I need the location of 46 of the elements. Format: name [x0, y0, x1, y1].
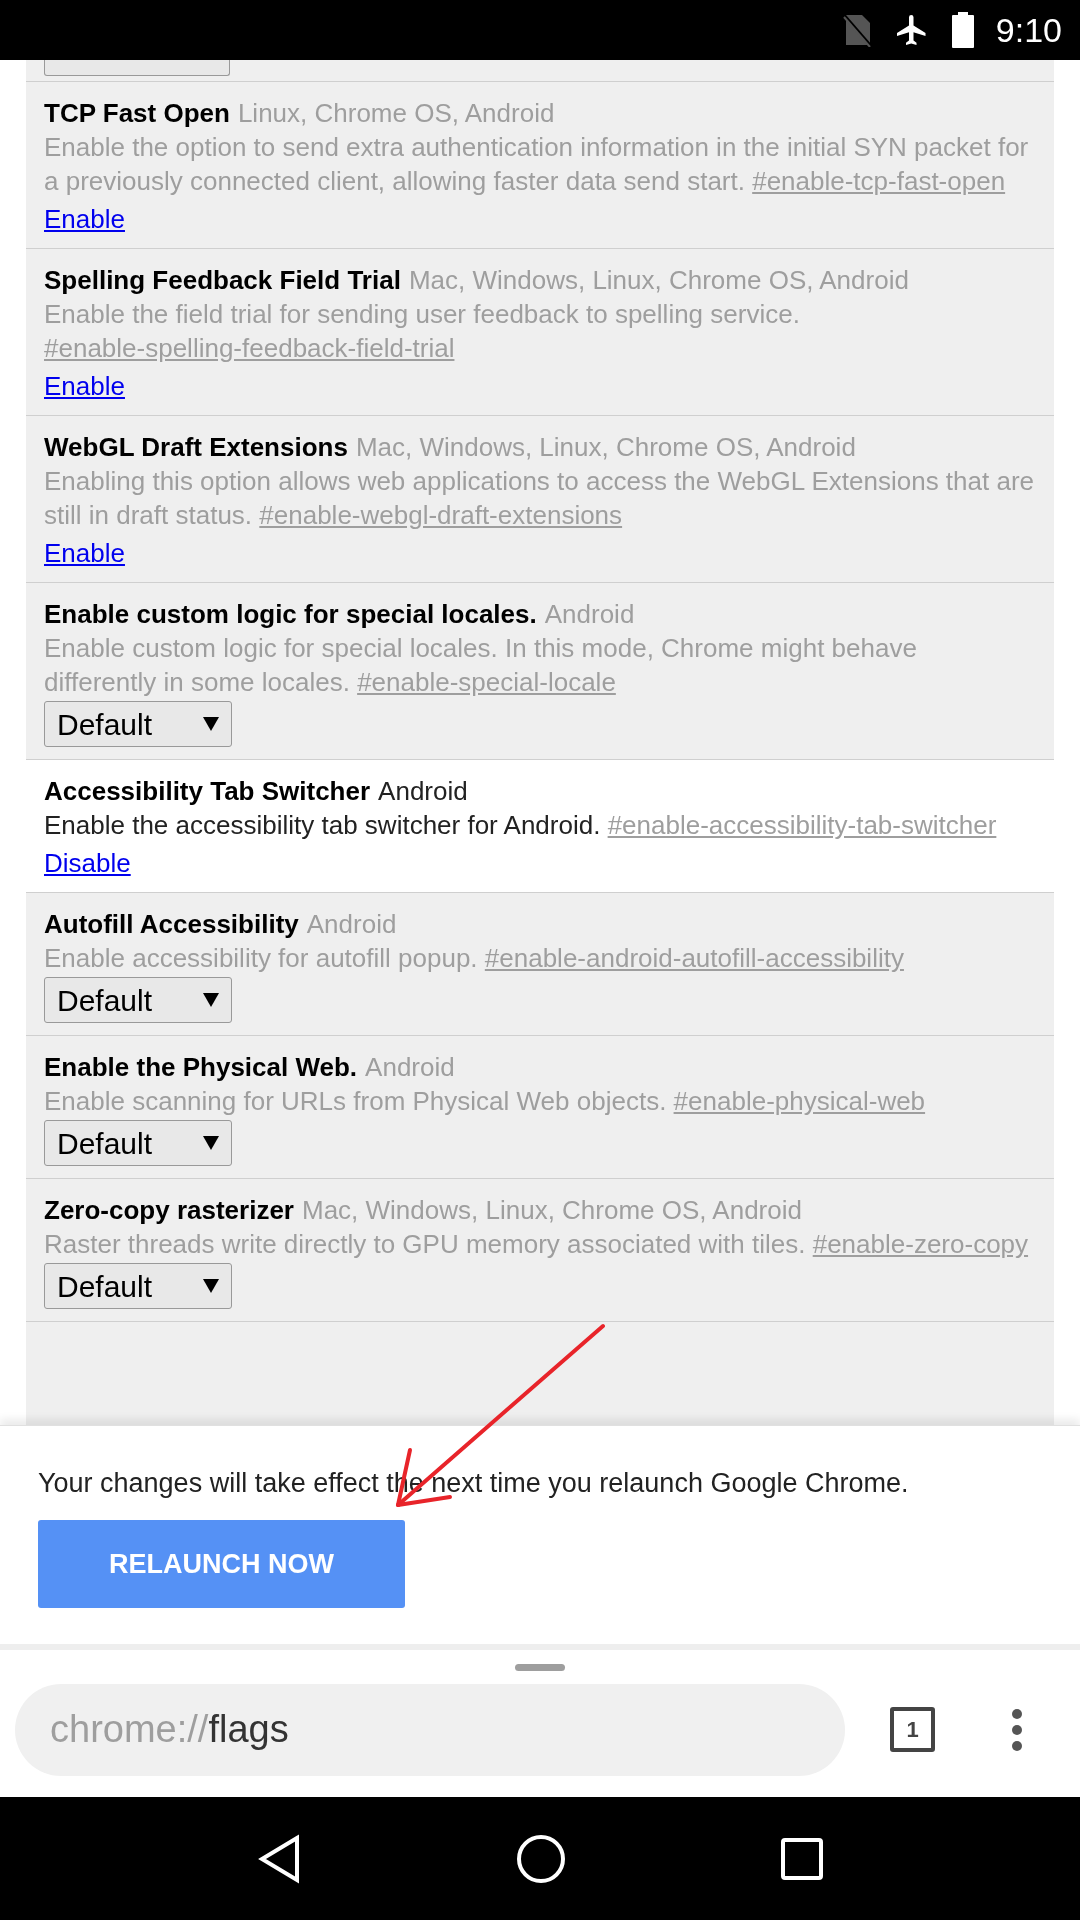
- flag-platforms: Android: [544, 599, 635, 629]
- flag-title: TCP Fast Open: [44, 98, 230, 128]
- flag-platforms: Mac, Windows, Linux, Chrome OS, Android: [302, 1195, 802, 1225]
- flag-description: Enable accessibility for autofill popup. #enable-android-autofill-accessibility: [44, 942, 905, 975]
- dropdown[interactable]: Default: [44, 701, 232, 747]
- flag-description: Enable custom logic for special locales. In this mode, Chrome might behave differently in some locales. #enable-special-locale: [44, 632, 918, 699]
- caret-icon: [203, 717, 219, 731]
- battery-icon: [951, 12, 974, 48]
- drag-handle[interactable]: [515, 1664, 565, 1671]
- flag-title: Accessibility Tab Switcher: [44, 776, 371, 806]
- no-sim-icon: [841, 13, 872, 47]
- clock-time: 9:10: [995, 13, 1062, 47]
- flag-platforms: Android: [378, 776, 468, 806]
- flag-title: Autofill Accessibility: [44, 909, 299, 939]
- flag-description: Raster threads write directly to GPU memory associated with tiles. #enable-zero-copy: [44, 1228, 1030, 1261]
- flag-title: Spelling Feedback Field Trial: [44, 265, 401, 295]
- flag-platforms: Android: [306, 909, 397, 939]
- flag-description: Enable the field trial for sending user feedback to spelling service. #enable-spelling-feedback-field-trial: [44, 298, 801, 365]
- dropdown[interactable]: Default: [44, 1120, 232, 1166]
- flag-title: Enable custom logic for special locales.: [44, 599, 537, 629]
- flag-description: Enable the option to send extra authentication information in the initial SYN packet for a previously connected client, allowing faster data send start. #enable-tcp-fast-open: [44, 131, 1030, 198]
- flag-platforms: Android: [365, 1052, 455, 1082]
- home-icon[interactable]: [516, 1833, 566, 1884]
- dropdown[interactable]: Default: [44, 977, 232, 1023]
- toggle-link[interactable]: Enable: [44, 202, 125, 236]
- flag-platforms: Linux, Chrome OS, Android: [237, 98, 555, 128]
- toggle-link[interactable]: Enable: [44, 369, 125, 403]
- tab-switcher-button[interactable]: 1: [890, 1707, 935, 1752]
- flag-title: Enable the Physical Web.: [44, 1052, 358, 1082]
- caret-icon: [203, 993, 219, 1007]
- back-icon[interactable]: [257, 1833, 302, 1884]
- menu-icon[interactable]: [1011, 1707, 1023, 1752]
- flag-title: WebGL Draft Extensions: [44, 432, 348, 462]
- toggle-link[interactable]: Disable: [44, 846, 131, 880]
- flag-platforms: Mac, Windows, Linux, Chrome OS, Android: [355, 432, 856, 462]
- flag-title: Zero-copy rasterizer: [44, 1195, 294, 1225]
- recents-icon[interactable]: [780, 1837, 823, 1880]
- url-bar[interactable]: chrome://flags: [15, 1683, 845, 1776]
- caret-icon: [203, 1136, 219, 1150]
- flag-description: Enable the accessibility tab switcher for Android. #enable-accessibility-tab-switcher: [44, 809, 998, 842]
- caret-icon: [203, 1279, 219, 1293]
- flag-platforms: Mac, Windows, Linux, Chrome OS, Android: [408, 265, 909, 295]
- flag-description: Enabling this option allows web applications to access the WebGL Extensions that are still in draft status. #enable-webgl-draft-extensions: [44, 465, 1036, 532]
- flag-description: Enable scanning for URLs from Physical Web objects. #enable-physical-web: [44, 1085, 927, 1118]
- toggle-link[interactable]: Enable: [44, 536, 125, 570]
- dropdown[interactable]: Default: [44, 1263, 232, 1309]
